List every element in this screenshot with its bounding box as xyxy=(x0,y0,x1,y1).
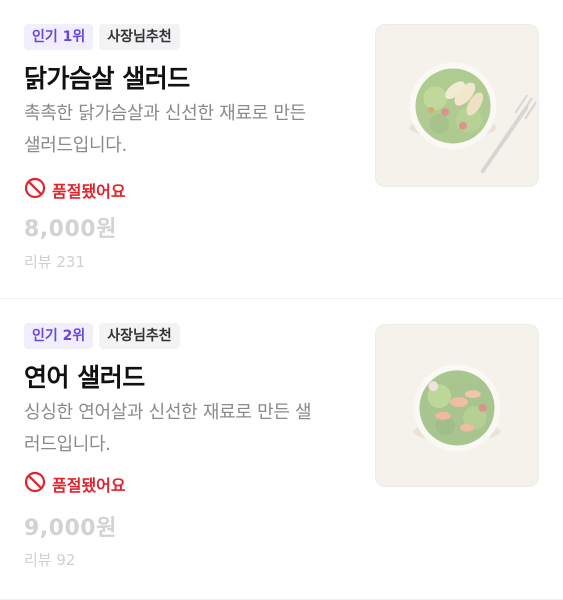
owner-pick-badge: 사장님추천 xyxy=(99,24,180,50)
menu-item-name: 닭가슴살 샐러드 xyxy=(24,64,190,93)
menu-item-salmon-salad[interactable]: 인기 2위 사장님추천 연어 샐러드 싱싱한 연어살과 신선한 재료로 만든 샐… xyxy=(0,299,563,600)
prohibited-icon xyxy=(24,177,46,203)
badge-row: 인기 1위 사장님추천 xyxy=(24,24,180,50)
menu-item-chicken-salad[interactable]: 인기 1위 사장님추천 닭가슴살 샐러드 촉촉한 닭가슴살과 신선한 재료로 만… xyxy=(0,0,563,299)
menu-item-name: 연어 샐러드 xyxy=(24,363,145,392)
badge-row: 인기 2위 사장님추천 xyxy=(24,323,180,349)
menu-list: 인기 1위 사장님추천 닭가슴살 샐러드 촉촉한 닭가슴살과 신선한 재료로 만… xyxy=(0,0,563,600)
chicken-salad-image[interactable] xyxy=(375,24,539,187)
menu-item-price: 8,000원 xyxy=(24,217,117,242)
soldout-label: 품절됐어요 xyxy=(52,476,126,495)
menu-item-description: 촉촉한 닭가슴살과 신선한 재료로 만든 샐러드입니다. xyxy=(24,98,354,162)
rank-badge: 인기 2위 xyxy=(24,323,94,349)
review-count: 리뷰 92 xyxy=(24,551,76,569)
description-line: 샐러드입니다. xyxy=(24,135,127,156)
menu-item-price: 9,000원 xyxy=(24,516,117,541)
prohibited-icon xyxy=(24,471,46,497)
salmon-salad-image[interactable] xyxy=(375,324,539,487)
rank-badge: 인기 1위 xyxy=(24,24,94,50)
description-line: 러드입니다. xyxy=(24,434,111,455)
soldout-status: 품절됐어요 xyxy=(24,177,126,203)
soldout-status: 품절됐어요 xyxy=(24,471,126,497)
owner-pick-badge: 사장님추천 xyxy=(99,323,180,349)
review-count: 리뷰 231 xyxy=(24,253,85,271)
description-line: 촉촉한 닭가슴살과 신선한 재료로 만든 xyxy=(24,103,306,124)
description-line: 싱싱한 연어살과 신선한 재료로 만든 샐 xyxy=(24,402,312,423)
menu-item-description: 싱싱한 연어살과 신선한 재료로 만든 샐 러드입니다. xyxy=(24,397,354,461)
soldout-label: 품절됐어요 xyxy=(52,182,126,201)
